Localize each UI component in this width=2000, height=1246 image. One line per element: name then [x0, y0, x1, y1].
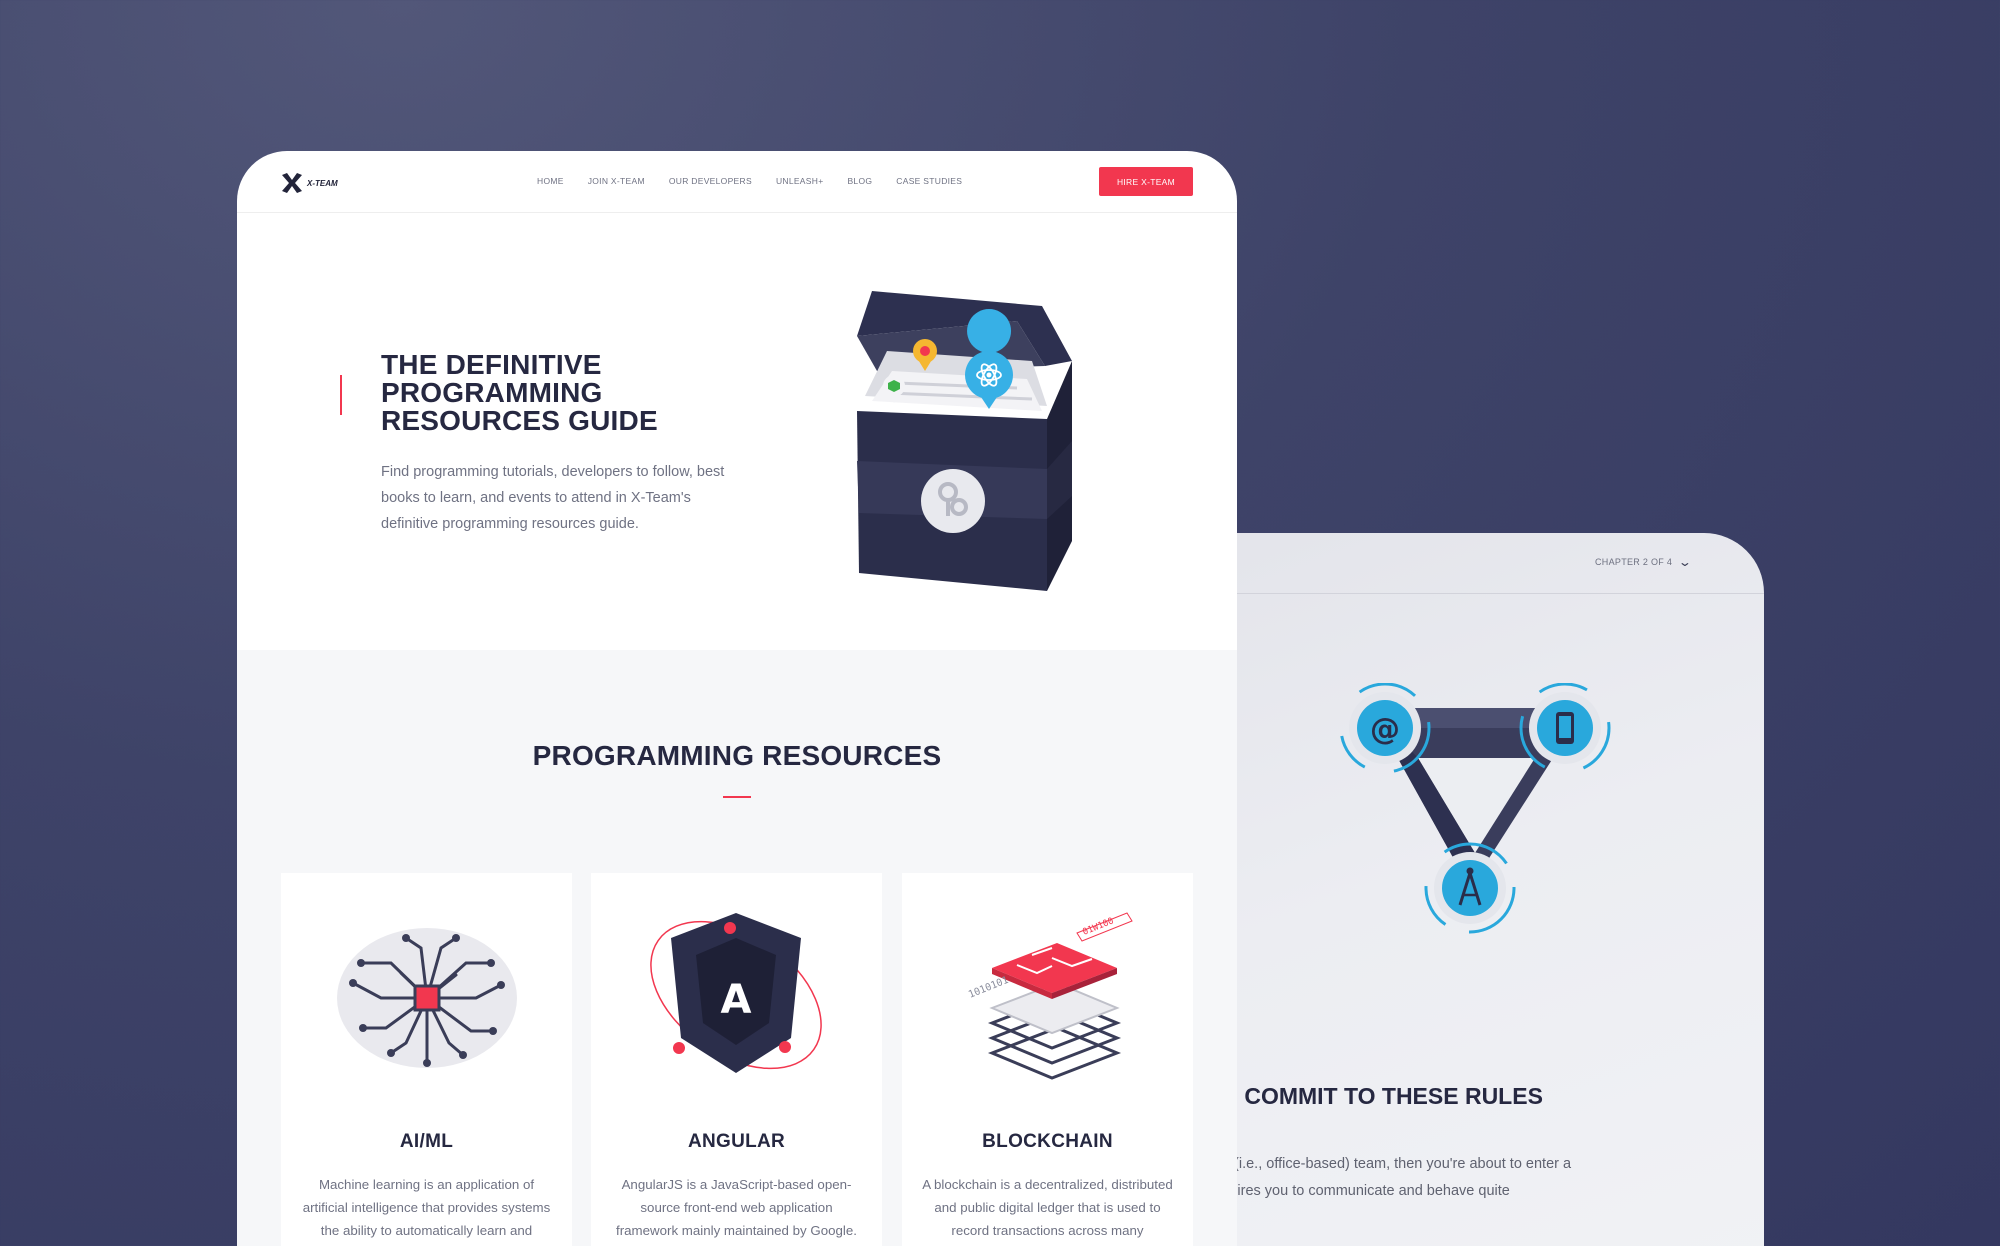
card-description-line: framework mainly maintained by Google.	[616, 1223, 857, 1238]
card-description-line: and public digital ledger that is used t…	[934, 1200, 1161, 1215]
resource-card-angular[interactable]: A ANGULAR AngularJS is a JavaScript-base…	[591, 873, 882, 1246]
hero-description: Find programming tutorials, developers t…	[381, 459, 751, 537]
remote-communication-illustration: @	[1339, 683, 1611, 934]
resource-box-illustration	[857, 291, 1072, 591]
brain-circuit-icon	[337, 928, 517, 1068]
x-team-logo[interactable]: X-TEAM	[281, 173, 338, 193]
chapter-label: CHAPTER 2 OF 4	[1595, 557, 1673, 567]
hero-description-line: books to learn, and events to attend in …	[381, 490, 691, 506]
resources-page-window: X-TEAM HOME JOIN X-TEAM OUR DEVELOPERS U…	[237, 151, 1237, 1246]
card-description-line: AngularJS is a JavaScript-based open-	[621, 1177, 852, 1192]
chapter-page-window: CHAPTER 2 OF 4 ⌄ @ THING, COMMIT TO THES…	[1160, 533, 1764, 1246]
nav-unleash[interactable]: UNLEASH+	[776, 176, 824, 186]
hero-accent-bar	[340, 375, 342, 415]
card-title: BLOCKCHAIN	[982, 1131, 1113, 1152]
chevron-down-icon: ⌄	[1678, 555, 1693, 569]
card-description: Machine learning is an application of ar…	[301, 1173, 552, 1242]
card-title: ANGULAR	[687, 1131, 786, 1152]
nav-our-developers[interactable]: OUR DEVELOPERS	[669, 176, 752, 186]
angular-shield-icon: A	[650, 913, 822, 1073]
signal-tower-icon	[1424, 842, 1516, 934]
main-menu: HOME JOIN X-TEAM OUR DEVELOPERS UNLEASH+…	[537, 176, 962, 186]
hero-title-line: THE DEFINITIVE	[381, 349, 602, 380]
card-title: AI/ML	[399, 1131, 454, 1152]
svg-text:@: @	[1370, 712, 1400, 747]
blockchain-layers-icon: 1010101 01W100	[967, 912, 1133, 1080]
card-description: AngularJS is a JavaScript-based open- so…	[611, 1173, 862, 1242]
smartphone-icon	[1519, 683, 1611, 774]
nav-home[interactable]: HOME	[537, 176, 564, 186]
resource-card-blockchain[interactable]: 1010101 01W100 BLOCKCHAIN A blockchain i…	[902, 873, 1193, 1246]
svg-text:1010101: 1010101	[967, 975, 1010, 1001]
svg-text:A: A	[721, 977, 752, 1023]
section-title-underline	[723, 796, 751, 798]
resource-card-ai-ml[interactable]: AI/ML Machine learning is an application…	[281, 873, 572, 1246]
hero-description-line: definitive programming resources guide.	[381, 516, 639, 532]
card-description-line: artificial intelligence that provides sy…	[302, 1200, 551, 1215]
logo-text: X-TEAM	[307, 178, 338, 188]
card-description: A blockchain is a decentralized, distrib…	[922, 1173, 1173, 1242]
at-sign-icon: @	[1339, 683, 1431, 774]
section-title: PROGRAMMING RESOURCES	[532, 740, 942, 771]
nav-join-x-team[interactable]: JOIN X-TEAM	[588, 176, 645, 186]
hero-title: THE DEFINITIVE PROGRAMMING RESOURCES GUI…	[381, 351, 721, 435]
nav-blog[interactable]: BLOG	[847, 176, 872, 186]
chapter-selector[interactable]: CHAPTER 2 OF 4 ⌄	[1595, 555, 1693, 569]
card-description-line: record transactions across many	[951, 1223, 1144, 1238]
card-description-line: Machine learning is an application of	[318, 1177, 535, 1192]
hero-title-line: RESOURCES GUIDE	[381, 405, 658, 436]
nav-case-studies[interactable]: CASE STUDIES	[896, 176, 962, 186]
hire-x-team-button[interactable]: HIRE X-TEAM	[1099, 167, 1193, 196]
top-navigation: X-TEAM HOME JOIN X-TEAM OUR DEVELOPERS U…	[237, 151, 1237, 213]
hero-description-line: Find programming tutorials, developers t…	[381, 464, 725, 480]
card-description-line: A blockchain is a decentralized, distrib…	[922, 1177, 1173, 1192]
card-description-line: source front-end web application	[640, 1200, 833, 1215]
x-logo-icon	[282, 173, 302, 193]
card-description-line: the ability to automatically learn and	[320, 1223, 533, 1238]
hero-title-line: PROGRAMMING	[381, 377, 603, 408]
chapter-topbar: CHAPTER 2 OF 4 ⌄	[1160, 533, 1764, 594]
